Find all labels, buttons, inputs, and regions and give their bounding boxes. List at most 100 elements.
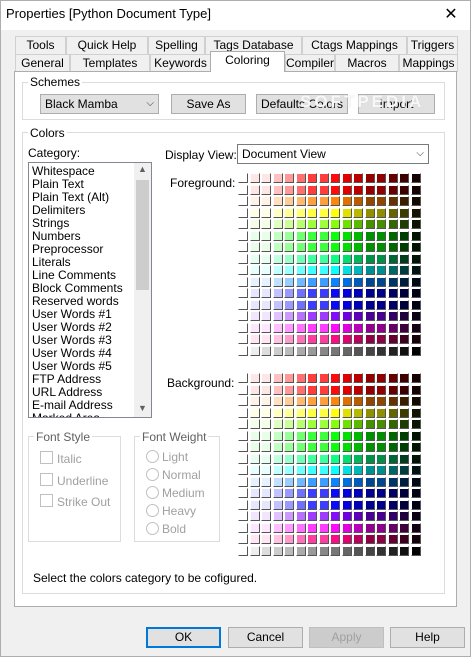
foreground-swatch[interactable] bbox=[376, 219, 386, 229]
background-swatch[interactable] bbox=[364, 373, 375, 383]
background-swatch[interactable] bbox=[272, 453, 283, 464]
background-swatch[interactable] bbox=[410, 534, 421, 544]
background-swatch[interactable] bbox=[261, 384, 271, 395]
foreground-swatch[interactable] bbox=[272, 196, 283, 206]
background-swatch[interactable] bbox=[376, 373, 386, 383]
foreground-swatch[interactable] bbox=[330, 311, 340, 321]
foreground-swatch[interactable] bbox=[249, 184, 260, 195]
foreground-swatch[interactable] bbox=[376, 276, 386, 287]
background-swatch[interactable] bbox=[238, 522, 248, 533]
foreground-swatch[interactable] bbox=[249, 311, 260, 321]
foreground-swatch[interactable] bbox=[330, 288, 340, 298]
tab-triggers[interactable]: Triggers bbox=[407, 36, 458, 54]
scheme-select[interactable]: Black Mamba ⌵ bbox=[40, 94, 159, 114]
background-swatch[interactable] bbox=[341, 465, 352, 475]
background-swatch[interactable] bbox=[399, 384, 409, 395]
background-swatch[interactable] bbox=[295, 522, 306, 533]
foreground-swatch[interactable] bbox=[364, 322, 375, 333]
foreground-swatch[interactable] bbox=[353, 253, 363, 264]
background-swatch[interactable] bbox=[364, 465, 375, 475]
foreground-swatch[interactable] bbox=[399, 230, 409, 241]
foreground-swatch[interactable] bbox=[272, 334, 283, 344]
background-swatch[interactable] bbox=[318, 522, 329, 533]
background-swatch[interactable] bbox=[261, 476, 271, 487]
background-swatch[interactable] bbox=[399, 407, 409, 418]
background-swatch[interactable] bbox=[284, 488, 294, 498]
foreground-swatch[interactable] bbox=[364, 173, 375, 183]
background-swatch[interactable] bbox=[410, 522, 421, 533]
background-swatch[interactable] bbox=[318, 430, 329, 441]
foreground-swatch[interactable] bbox=[238, 311, 248, 321]
background-swatch[interactable] bbox=[284, 396, 294, 406]
foreground-swatch[interactable] bbox=[284, 276, 294, 287]
background-swatch[interactable] bbox=[307, 476, 317, 487]
foreground-swatch[interactable] bbox=[399, 219, 409, 229]
foreground-swatch[interactable] bbox=[341, 265, 352, 275]
foreground-swatch[interactable] bbox=[341, 207, 352, 218]
background-swatch[interactable] bbox=[330, 453, 340, 464]
background-swatch[interactable] bbox=[399, 430, 409, 441]
ok-button[interactable]: OK bbox=[146, 627, 221, 648]
apply-button[interactable]: Apply bbox=[309, 627, 384, 648]
foreground-swatch[interactable] bbox=[387, 345, 398, 356]
foreground-swatch[interactable] bbox=[238, 265, 248, 275]
tab-compiler[interactable]: Compiler bbox=[285, 54, 335, 72]
background-swatch[interactable] bbox=[364, 545, 375, 556]
background-swatch[interactable] bbox=[399, 419, 409, 429]
background-swatch[interactable] bbox=[376, 407, 386, 418]
foreground-swatch[interactable] bbox=[353, 345, 363, 356]
background-swatch[interactable] bbox=[238, 488, 248, 498]
background-swatch[interactable] bbox=[295, 465, 306, 475]
foreground-swatch[interactable] bbox=[295, 219, 306, 229]
background-swatch[interactable] bbox=[353, 476, 363, 487]
background-swatch[interactable] bbox=[353, 384, 363, 395]
foreground-swatch[interactable] bbox=[295, 230, 306, 241]
background-swatch[interactable] bbox=[261, 419, 271, 429]
background-swatch[interactable] bbox=[376, 488, 386, 498]
foreground-swatch[interactable] bbox=[353, 299, 363, 310]
foreground-swatch[interactable] bbox=[387, 196, 398, 206]
foreground-swatch[interactable] bbox=[307, 242, 317, 252]
foreground-swatch[interactable] bbox=[318, 276, 329, 287]
foreground-swatch[interactable] bbox=[261, 242, 271, 252]
background-swatch[interactable] bbox=[376, 453, 386, 464]
foreground-swatch[interactable] bbox=[272, 299, 283, 310]
background-swatch[interactable] bbox=[376, 465, 386, 475]
foreground-palette[interactable] bbox=[238, 173, 422, 357]
background-swatch[interactable] bbox=[295, 430, 306, 441]
foreground-swatch[interactable] bbox=[410, 276, 421, 287]
heavy-radio[interactable] bbox=[146, 504, 159, 517]
foreground-swatch[interactable] bbox=[330, 219, 340, 229]
foreground-swatch[interactable] bbox=[249, 230, 260, 241]
foreground-swatch[interactable] bbox=[410, 334, 421, 344]
foreground-swatch[interactable] bbox=[318, 253, 329, 264]
foreground-swatch[interactable] bbox=[284, 345, 294, 356]
background-swatch[interactable] bbox=[272, 430, 283, 441]
foreground-swatch[interactable] bbox=[307, 276, 317, 287]
foreground-swatch[interactable] bbox=[272, 242, 283, 252]
background-swatch[interactable] bbox=[295, 419, 306, 429]
background-swatch[interactable] bbox=[330, 476, 340, 487]
tab-templates[interactable]: Templates bbox=[70, 54, 150, 72]
background-swatch[interactable] bbox=[399, 373, 409, 383]
background-swatch[interactable] bbox=[307, 488, 317, 498]
foreground-swatch[interactable] bbox=[376, 230, 386, 241]
background-swatch[interactable] bbox=[284, 430, 294, 441]
background-swatch[interactable] bbox=[399, 488, 409, 498]
background-swatch[interactable] bbox=[284, 407, 294, 418]
tab-coloring[interactable]: Coloring bbox=[210, 51, 285, 72]
foreground-swatch[interactable] bbox=[272, 265, 283, 275]
background-swatch[interactable] bbox=[307, 511, 317, 521]
background-swatch[interactable] bbox=[272, 476, 283, 487]
background-swatch[interactable] bbox=[341, 419, 352, 429]
foreground-swatch[interactable] bbox=[364, 265, 375, 275]
foreground-swatch[interactable] bbox=[295, 299, 306, 310]
foreground-swatch[interactable] bbox=[272, 230, 283, 241]
background-swatch[interactable] bbox=[364, 453, 375, 464]
foreground-swatch[interactable] bbox=[364, 311, 375, 321]
foreground-swatch[interactable] bbox=[284, 311, 294, 321]
foreground-swatch[interactable] bbox=[238, 299, 248, 310]
foreground-swatch[interactable] bbox=[353, 184, 363, 195]
foreground-swatch[interactable] bbox=[399, 299, 409, 310]
foreground-swatch[interactable] bbox=[353, 196, 363, 206]
